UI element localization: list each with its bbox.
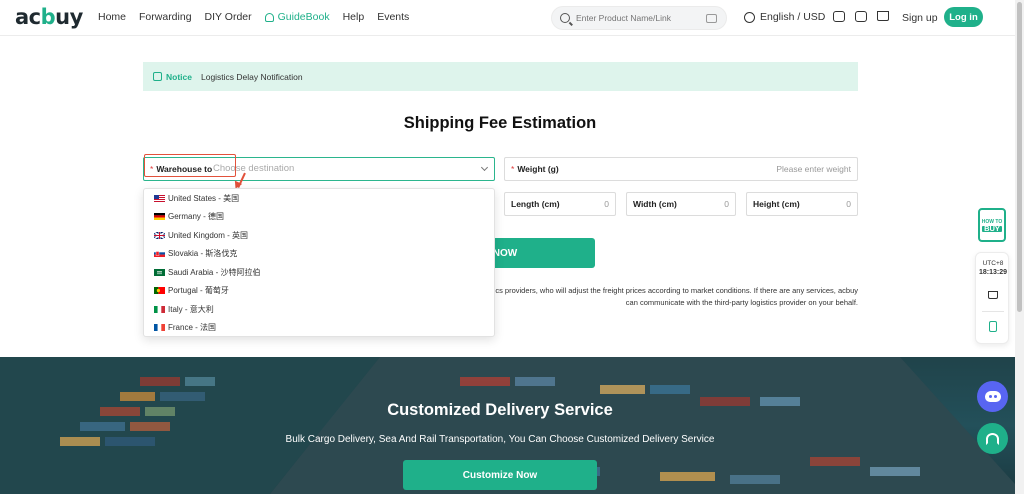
side-toolbar: UTC+8 18:13:29	[975, 252, 1009, 344]
discord-icon	[984, 391, 1001, 402]
option-label: Italy - 意大利	[168, 304, 214, 314]
option-label: United Kingdom - 英国	[168, 230, 249, 240]
height-label: Height (cm)	[753, 199, 800, 209]
dropdown-option[interactable]: United States - 美国	[144, 189, 494, 208]
nav-help[interactable]: Help	[343, 11, 365, 23]
nav-guidebook[interactable]: GuideBook	[264, 11, 330, 23]
weight-field[interactable]: * Weight (g) Please enter weight	[504, 157, 858, 181]
dropdown-option[interactable]: France - 法国	[144, 319, 494, 337]
image-search-icon[interactable]	[706, 14, 717, 23]
notice-label: Notice	[166, 71, 192, 82]
height-input[interactable]: 0	[846, 199, 851, 209]
option-label: United States - 美国	[168, 193, 240, 203]
weight-input[interactable]: Please enter weight	[776, 164, 851, 174]
option-label: Saudi Arabia - 沙特阿拉伯	[168, 267, 261, 277]
uk-flag-icon	[154, 231, 165, 239]
saudi-flag-icon	[154, 268, 165, 276]
required-mark: *	[511, 164, 515, 174]
length-label: Length (cm)	[511, 199, 560, 209]
nav-home[interactable]: Home	[98, 11, 126, 23]
customized-delivery-banner: Customized Delivery Service Bulk Cargo D…	[0, 357, 1024, 494]
option-label: Slovakia - 斯洛伐克	[168, 249, 238, 259]
clock-display: UTC+8 18:13:29	[976, 259, 1010, 277]
notice-icon	[153, 72, 162, 81]
weight-label: Weight (g)	[517, 164, 559, 174]
buy-label: BUY	[982, 223, 1002, 233]
cart-icon[interactable]	[877, 11, 889, 21]
phone-icon[interactable]	[989, 321, 997, 332]
discord-button[interactable]	[977, 381, 1008, 412]
slovakia-flag-icon	[154, 250, 165, 258]
nav-diy-order[interactable]: DIY Order	[205, 11, 252, 23]
width-label: Width (cm)	[633, 199, 677, 209]
globe-icon	[744, 11, 755, 23]
portugal-flag-icon	[154, 287, 165, 295]
option-label: Germany - 德国	[168, 212, 225, 222]
language-label: English / USD	[760, 11, 826, 23]
top-header: acbuy Home Forwarding DIY Order GuideBoo…	[0, 0, 1024, 36]
notice-bar[interactable]: Notice Logistics Delay Notification	[143, 62, 858, 91]
main-nav: Home Forwarding DIY Order GuideBook Help…	[98, 11, 422, 23]
annotation-highlight-box	[144, 154, 236, 177]
option-label: France - 法国	[168, 323, 217, 333]
search-icon	[560, 13, 570, 23]
dropdown-option[interactable]: Slovakia - 斯洛伐克	[144, 245, 494, 264]
length-field[interactable]: Length (cm) 0	[504, 192, 616, 216]
hero-subtitle: Bulk Cargo Delivery, Sea And Rail Transp…	[285, 434, 715, 445]
search-box	[551, 6, 727, 30]
dropdown-option[interactable]: United Kingdom - 英国	[144, 226, 494, 245]
log-in-button[interactable]: Log in	[944, 7, 983, 27]
message-icon[interactable]	[855, 11, 867, 22]
france-flag-icon	[154, 324, 165, 332]
nav-forwarding[interactable]: Forwarding	[139, 11, 192, 23]
sign-up-link[interactable]: Sign up	[902, 12, 938, 24]
hero-title: Customized Delivery Service	[387, 401, 613, 419]
dropdown-option[interactable]: Saudi Arabia - 沙特阿拉伯	[144, 263, 494, 282]
dropdown-option[interactable]: Italy - 意大利	[144, 300, 494, 319]
destination-dropdown: United States - 美国 Germany - 德国 United K…	[143, 188, 495, 337]
support-button[interactable]	[977, 423, 1008, 454]
scrollbar-thumb[interactable]	[1017, 2, 1022, 312]
cart-icon[interactable]	[988, 291, 998, 299]
height-field[interactable]: Height (cm) 0	[746, 192, 858, 216]
dropdown-option[interactable]: Germany - 德国	[144, 208, 494, 227]
nav-events[interactable]: Events	[377, 11, 409, 23]
time-label: 18:13:29	[978, 269, 1008, 276]
page-title: Shipping Fee Estimation	[403, 114, 597, 132]
timezone-label: UTC+8	[982, 260, 1004, 267]
dropdown-option[interactable]: Portugal - 葡萄牙	[144, 282, 494, 301]
how-to-buy-widget[interactable]: HOW TO BUY	[978, 208, 1006, 242]
italy-flag-icon	[154, 305, 165, 313]
chatbot-icon[interactable]	[833, 11, 845, 22]
search-input[interactable]	[576, 13, 704, 23]
headset-icon	[986, 432, 999, 445]
chevron-down-icon	[480, 163, 489, 172]
language-selector[interactable]: English / USD	[744, 11, 825, 23]
germany-flag-icon	[154, 213, 165, 221]
width-input[interactable]: 0	[724, 199, 729, 209]
divider	[982, 311, 1004, 312]
length-input[interactable]: 0	[604, 199, 609, 209]
customize-now-button[interactable]: Customize Now	[403, 460, 597, 490]
option-label: Portugal - 葡萄牙	[168, 286, 229, 296]
bell-icon	[264, 12, 274, 22]
notice-text: Logistics Delay Notification	[200, 71, 303, 82]
us-flag-icon	[154, 194, 165, 202]
acbuy-logo[interactable]: acbuy	[15, 5, 83, 29]
width-field[interactable]: Width (cm) 0	[626, 192, 736, 216]
